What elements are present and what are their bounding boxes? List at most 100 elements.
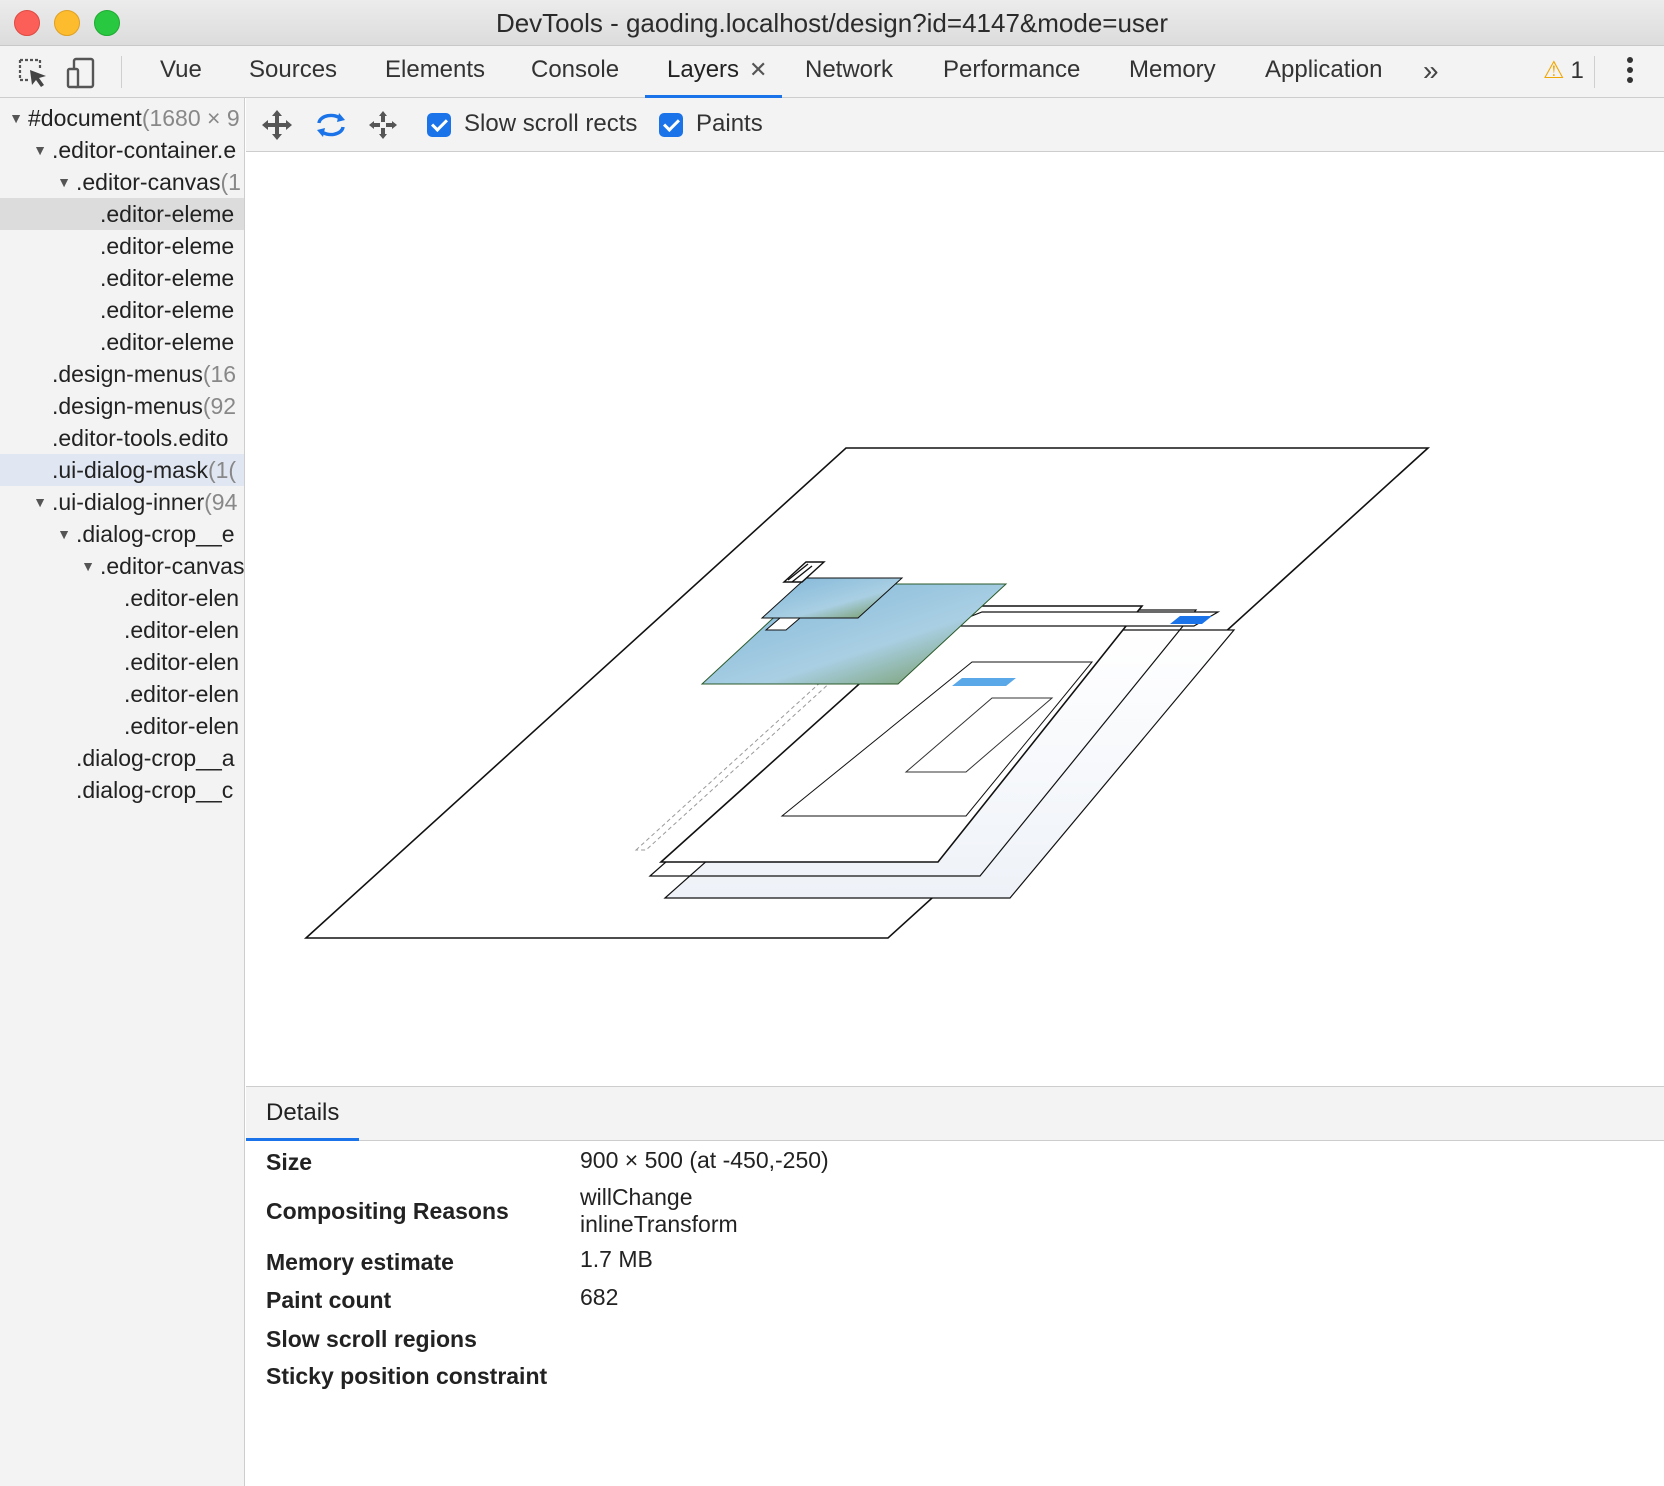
detail-key: Paint count [266,1287,392,1313]
tab-details[interactable]: Details [246,1087,360,1141]
tree-node-label: .ui-dialog-inner [52,489,205,515]
tree-node[interactable]: ▼ .dialog-crop__e [0,518,244,550]
tree-node-label: .editor-canvas [76,169,221,195]
tree-node-label: .dialog-crop__e [76,521,235,547]
tree-node-label: .ui-dialog-mask [52,457,208,483]
tab-elements[interactable]: Elements [379,46,491,98]
layers-3d-viewport[interactable] [246,152,1664,1086]
details-header: Details [246,1086,1664,1141]
detail-key: Compositing Reasons [266,1198,509,1224]
detail-key: Memory estimate [266,1249,454,1275]
tree-node[interactable]: .dialog-crop__c [0,774,244,806]
tree-node-label: .editor-container.e [52,137,237,163]
main-toolbar: Vue Sources Elements Console Layers ✕ Net… [0,46,1664,98]
detail-value: 1.7 MB [580,1246,653,1272]
expand-arrow-icon[interactable]: ▼ [28,134,52,166]
expand-arrow-icon[interactable]: ▼ [28,486,52,518]
tree-node[interactable]: .editor-elen [0,582,244,614]
tree-node[interactable]: .editor-tools.edito [0,422,244,454]
slow-scroll-rects-label: Slow scroll rects [464,110,638,137]
tree-node-label: .editor-elen [124,681,240,707]
tree-node-label: .design-menus [52,393,203,419]
warnings-counter[interactable]: ⚠ 1 [1543,46,1584,96]
paints-checkbox[interactable] [659,113,683,137]
more-tabs-icon[interactable]: » [1423,46,1439,96]
tree-node-label: .editor-elen [124,713,240,739]
tree-node[interactable]: .editor-elen [0,646,244,678]
tab-label: Elements [385,56,486,83]
expand-arrow-icon[interactable]: ▼ [76,550,100,582]
details-panel: Size 900 × 500 (at -450,-250) Compositin… [246,1141,1664,1486]
tree-node-label: .editor-eleme [100,233,235,259]
toolbar-divider [121,56,122,88]
tree-node[interactable]: .editor-elen [0,614,244,646]
tree-node[interactable]: .editor-elen [0,710,244,742]
device-toolbar-icon[interactable] [64,56,98,90]
detail-value: 900 × 500 (at -450,-250) [580,1147,829,1173]
tree-node[interactable]: ▼ .editor-container.e [0,134,244,166]
expand-arrow-icon[interactable]: ▼ [52,518,76,550]
tree-node[interactable]: .design-menus(16 [0,358,244,390]
tree-node-label: .editor-elen [124,649,240,675]
tree-node[interactable]: .editor-eleme [0,294,244,326]
tree-node-size: (92 [202,393,237,419]
pan-mode-icon[interactable] [260,108,294,142]
tab-layers[interactable]: Layers ✕ [645,46,782,98]
title-bar: DevTools - gaoding.localhost/design?id=4… [0,0,1664,46]
tab-console[interactable]: Console [525,46,625,98]
layers-3d-canvas[interactable] [246,152,1664,1086]
tree-node-size: (1( [207,457,237,483]
tree-node[interactable]: .editor-eleme [0,326,244,358]
window-title: DevTools - gaoding.localhost/design?id=4… [495,8,1169,38]
tab-label: Performance [943,56,1081,83]
tab-vue[interactable]: Vue [154,46,208,98]
tab-label: Vue [160,56,202,83]
tree-node-size: (1680 × 9 [141,105,240,131]
tree-node[interactable]: .editor-eleme [0,262,244,294]
tree-node-hovered[interactable]: .ui-dialog-mask(1( [0,454,244,486]
tab-performance[interactable]: Performance [937,46,1086,98]
detail-value: willChange [580,1184,693,1210]
tab-sources[interactable]: Sources [243,46,343,98]
tree-node[interactable]: .editor-eleme [0,230,244,262]
tree-node[interactable]: ▼ .ui-dialog-inner(94 [0,486,244,518]
tab-label: Sources [249,56,338,83]
warning-icon: ⚠ [1543,57,1565,84]
tree-node-size: (16 [202,361,237,387]
tab-label: Network [805,56,894,83]
tree-node-selected[interactable]: .editor-eleme [0,198,244,230]
tree-node-label: .design-menus [52,361,203,387]
paints-label: Paints [696,110,763,137]
tree-node-size: (1 [220,169,241,195]
tree-node-label: .editor-elen [124,617,240,643]
reset-transform-icon[interactable] [366,108,400,142]
tree-node-label: .dialog-crop__c [76,777,234,803]
tab-network[interactable]: Network [799,46,899,98]
expand-arrow-icon[interactable]: ▼ [52,166,76,198]
detail-key: Slow scroll regions [266,1326,477,1352]
warning-count: 1 [1570,57,1584,84]
more-options-icon[interactable] [1624,54,1636,88]
layer-crop-button[interactable] [952,678,1016,686]
close-tab-icon[interactable]: ✕ [749,57,767,82]
tab-memory[interactable]: Memory [1123,46,1222,98]
tree-node[interactable]: .design-menus(92 [0,390,244,422]
tree-node[interactable]: ▼ #document(1680 × 9 [0,102,244,134]
tree-node-size: (94 [204,489,238,515]
tree-node[interactable]: .dialog-crop__a [0,742,244,774]
tree-node[interactable]: ▼ .editor-canvas(1 [0,166,244,198]
tree-node[interactable]: .editor-elen [0,678,244,710]
tree-node-label: .editor-eleme [100,265,235,291]
tree-node-label: #document [28,105,142,131]
tree-node-label: .editor-eleme [100,201,235,227]
tab-application[interactable]: Application [1259,46,1388,98]
tab-label: Layers [667,56,740,83]
inspect-element-icon[interactable] [16,56,50,90]
rotate-mode-icon[interactable] [314,108,348,142]
tree-node[interactable]: ▼ .editor-canvas [0,550,244,582]
tab-label: Application [1265,56,1383,83]
slow-scroll-rects-checkbox[interactable] [427,113,451,137]
layers-toolbar: Slow scroll rects Paints [246,98,1664,152]
expand-arrow-icon[interactable]: ▼ [4,102,28,134]
tree-node-label: .editor-eleme [100,297,235,323]
